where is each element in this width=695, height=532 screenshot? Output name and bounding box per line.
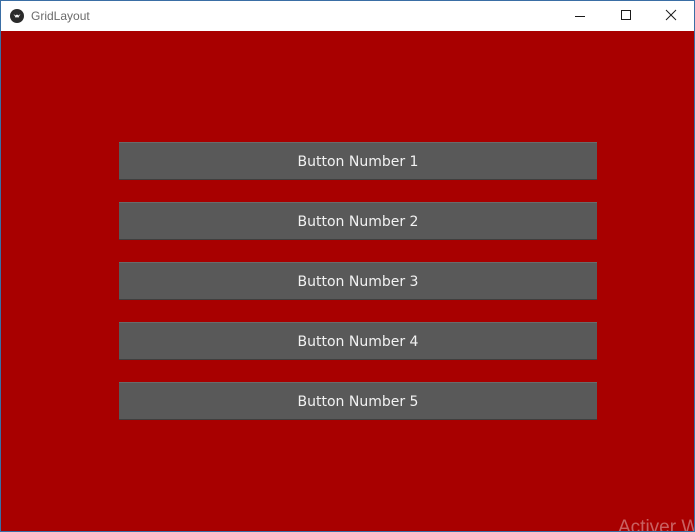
button-number-2[interactable]: Button Number 2 <box>119 202 597 240</box>
minimize-button[interactable] <box>557 1 603 31</box>
button-number-4[interactable]: Button Number 4 <box>119 322 597 360</box>
window-title: GridLayout <box>31 9 90 23</box>
activation-watermark: Activer W <box>618 517 694 531</box>
app-window: GridLayout Button Number 1 Button Number… <box>0 0 695 532</box>
button-number-1[interactable]: Button Number 1 <box>119 142 597 180</box>
button-number-3[interactable]: Button Number 3 <box>119 262 597 300</box>
close-button[interactable] <box>648 1 694 31</box>
maximize-button[interactable] <box>603 1 649 31</box>
kivy-logo-icon <box>10 9 24 23</box>
button-number-5[interactable]: Button Number 5 <box>119 382 597 420</box>
grid-layout-area: Button Number 1 Button Number 2 Button N… <box>1 31 694 531</box>
title-bar[interactable]: GridLayout <box>1 1 694 31</box>
